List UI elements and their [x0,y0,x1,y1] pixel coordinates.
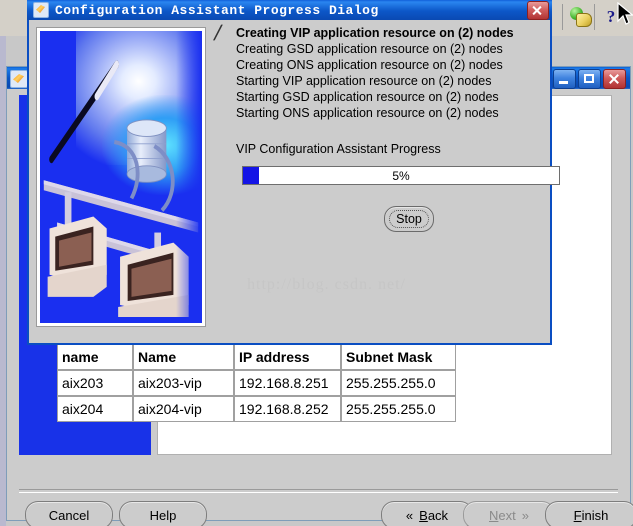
task-item: ╱ Creating VIP application resource on (… [214,25,544,41]
task-item: Starting VIP application resource on (2)… [214,73,544,89]
task-list: ╱ Creating VIP application resource on (… [214,25,544,121]
chevron-left-icon: « [405,507,414,523]
table-header-row: name Name IP address Subnet Mask [57,344,456,370]
table-cell: aix204 [57,396,133,422]
table-cell: 192.168.8.252 [234,396,341,422]
dialog-body: ╱ Creating VIP application resource on (… [29,20,560,343]
task-item: Creating GSD application resource on (2)… [214,41,544,57]
dialog-titlebar[interactable]: Configuration Assistant Progress Dialog [27,0,552,20]
help-button-label: Help [149,507,177,523]
help-button[interactable]: Help [119,501,207,526]
dialog-close-button[interactable] [527,1,549,20]
table-header-cell: IP address [234,344,341,370]
progress-bar: 5% [242,166,560,185]
task-label: Creating GSD application resource on (2)… [236,42,503,56]
wizard-button-bar: Cancel Help « Back Next » Finish [19,501,633,526]
task-label: Creating VIP application resource on (2)… [236,26,514,40]
finish-button[interactable]: Finish [545,501,633,526]
table-header-cell: Name [133,344,234,370]
table-row[interactable]: aix204 aix204-vip 192.168.8.252 255.255.… [57,396,456,422]
task-item: Starting ONS application resource on (2)… [214,105,544,121]
next-button[interactable]: Next » [463,501,555,526]
table-cell: aix204-vip [133,396,234,422]
table-cell: 255.255.255.0 [341,396,456,422]
next-button-label: Next [489,507,516,523]
chevron-right-icon: » [521,507,529,523]
button-bar-divider [19,489,618,493]
task-label: Starting VIP application resource on (2)… [236,74,492,88]
table-header-cell: Subnet Mask [341,344,456,370]
screen: ? name Name IP address Subnet Mask aix20… [0,0,633,526]
close-button[interactable] [603,69,626,89]
task-label: Starting GSD application resource on (2)… [236,90,499,104]
background-window-controls [553,69,626,89]
dialog-window-icon [33,2,49,18]
watermark-text: http://blog. csdn. net/ [247,276,406,293]
stop-button-label: Stop [389,210,429,228]
dialog-title: Configuration Assistant Progress Dialog [55,2,379,18]
cancel-button[interactable]: Cancel [25,501,113,526]
toolbar-separator [562,4,563,30]
vip-configuration-table: name Name IP address Subnet Mask aix203 … [57,344,456,422]
background-window-icon [10,70,28,88]
table-cell: 192.168.8.251 [234,370,341,396]
task-item: Creating ONS application resource on (2)… [214,57,544,73]
progress-percent-label: 5% [392,168,410,183]
table-cell: 255.255.255.0 [341,370,456,396]
minimize-button[interactable] [553,69,576,89]
task-item: Starting GSD application resource on (2)… [214,89,544,105]
installer-artwork [40,31,202,323]
table-cell: aix203 [57,370,133,396]
back-button[interactable]: « Back [381,501,473,526]
maximize-button[interactable] [578,69,601,89]
table-row[interactable]: aix203 aix203-vip 192.168.8.251 255.255.… [57,370,456,396]
network-object-icon[interactable] [570,6,592,28]
back-button-label: Back [419,507,449,523]
toolbar-separator-2 [594,4,595,30]
stop-button[interactable]: Stop [384,206,434,232]
progress-dialog: Configuration Assistant Progress Dialog [27,0,560,345]
installer-artwork-frame [36,27,206,327]
progress-spinner-icon: ╱ [214,25,222,40]
cancel-button-label: Cancel [48,507,90,523]
task-label: Creating ONS application resource on (2)… [236,58,503,72]
table-header-cell: name [57,344,133,370]
progress-label: VIP Configuration Assistant Progress [236,142,441,156]
task-label: Starting ONS application resource on (2)… [236,106,499,120]
mouse-cursor-icon [617,2,633,28]
finish-button-label: Finish [573,507,609,523]
table-cell: aix203-vip [133,370,234,396]
